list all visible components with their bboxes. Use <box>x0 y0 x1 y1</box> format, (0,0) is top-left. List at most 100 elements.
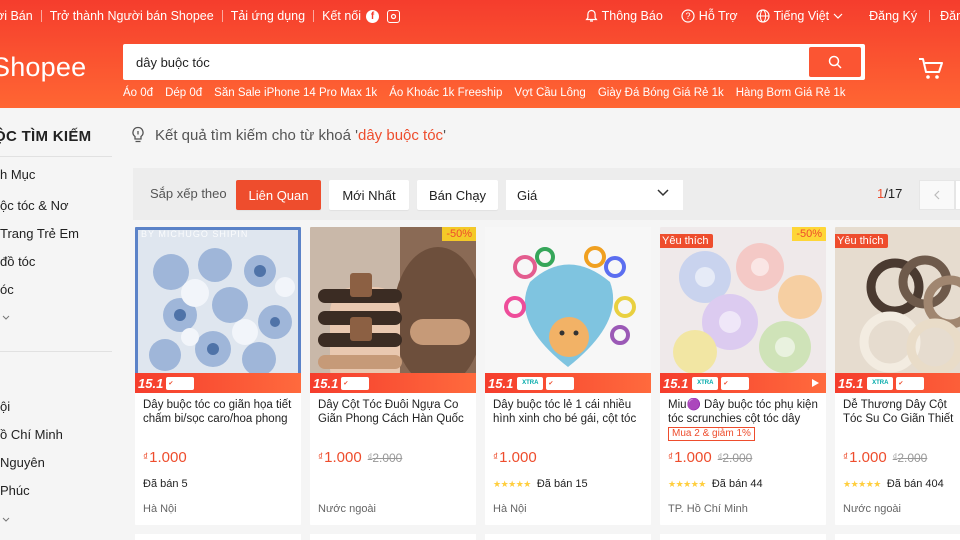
product-card[interactable]: Yêu thích -50% 15.1 XTRA ✔ Miu🟣 Dây buộc… <box>660 227 826 525</box>
product-name[interactable]: Dễ Thương Dây Cột Tóc Su Co Giãn Thiết K… <box>843 398 960 426</box>
sort-price-select[interactable]: Giá <box>506 180 683 210</box>
promo-frame: 15.1 XTRA ✔ <box>660 373 826 393</box>
product-price: ₫1.000 ₫2.000 <box>318 449 403 466</box>
product-card[interactable] <box>135 534 301 540</box>
product-location: TP. Hồ Chí Minh <box>668 503 748 515</box>
product-image[interactable]: 15.1 XTRA ✔ <box>485 227 651 393</box>
product-image[interactable]: -50% 15.1 ✔ <box>310 227 476 393</box>
register-link[interactable]: Đăng Ký <box>869 9 917 23</box>
product-price: ₫1.000 ₫2.000 <box>668 449 753 466</box>
header: ời Bán Trở thành Người bán Shopee Tải ứn… <box>0 0 960 108</box>
product-card[interactable] <box>485 534 651 540</box>
search-result-heading: Kết quả tìm kiếm cho từ khoá ' dây buộc t… <box>130 126 446 144</box>
help-icon: ? <box>681 9 695 23</box>
suggestion-link[interactable]: Hàng Bơm Giá Rẻ 1k <box>736 87 846 99</box>
login-link[interactable]: Đăng <box>940 9 960 23</box>
bell-icon <box>585 9 598 22</box>
sort-label: Sắp xếp theo <box>150 186 227 201</box>
freeship-badge: XTRA <box>692 376 719 390</box>
sort-newest-button[interactable]: Mới Nhất <box>329 180 409 210</box>
search-button[interactable] <box>809 47 861 77</box>
play-video-icon[interactable] <box>810 378 820 388</box>
location-item[interactable]: Nguyên <box>0 455 45 470</box>
product-card[interactable] <box>660 534 826 540</box>
checkmark-icon: ✔ <box>546 376 575 390</box>
instagram-icon[interactable] <box>387 9 400 23</box>
chevron-down-icon <box>657 189 669 197</box>
category-item[interactable]: Trang Trẻ Em <box>0 226 79 241</box>
search-bar <box>123 44 865 80</box>
freeship-badge: XTRA <box>517 376 544 390</box>
seller-channel-link[interactable]: ời Bán <box>0 9 33 23</box>
product-card[interactable]: 15.1 XTRA ✔ Dây buộc tóc lẻ 1 cái nhiều … <box>485 227 651 525</box>
checkmark-icon: ✔ <box>341 376 370 390</box>
location-item[interactable]: ội <box>0 399 10 414</box>
product-name[interactable]: Dây buộc tóc lẻ 1 cái nhiều hình xinh ch… <box>493 398 643 426</box>
next-page-button[interactable] <box>955 180 960 210</box>
promo-frame: 15.1 ✔ <box>310 373 476 393</box>
rating-and-sold: ★★★★★ Đã bán 15 <box>493 478 588 490</box>
prev-page-button[interactable] <box>919 180 955 210</box>
checkmark-icon: ✔ <box>166 376 195 390</box>
promo-frame: 15.1 XTRA ✔ <box>835 373 960 393</box>
rating-stars: ★★★★★ <box>493 478 531 489</box>
product-location: Nước ngoài <box>843 503 901 515</box>
product-image[interactable]: BY MICHUGO SHIPIN 15.1 ✔ <box>135 227 301 393</box>
chevron-down-icon <box>833 13 843 19</box>
help-link[interactable]: ? Hỗ Trợ <box>681 9 738 23</box>
chevron-left-icon <box>934 190 940 200</box>
product-image[interactable]: Yêu thích -50% 15.1 XTRA ✔ <box>660 227 826 393</box>
category-item[interactable]: óc <box>0 282 14 297</box>
discount-badge: -50% <box>792 227 826 241</box>
sort-bar: Sắp xếp theo Liên Quan Mới Nhất Bán Chạy… <box>133 168 960 220</box>
category-item[interactable]: đồ tóc <box>0 254 35 269</box>
suggestion-link[interactable]: Áo 0đ <box>123 87 153 99</box>
product-card[interactable]: Yêu thích 15.1 XTRA ✔ Dễ Thương Dây Cột … <box>835 227 960 525</box>
top-bar: ời Bán Trở thành Người bán Shopee Tải ứn… <box>0 0 960 32</box>
freeship-badge: XTRA <box>867 376 894 390</box>
connect-label: Kết nối <box>322 9 361 23</box>
rating-stars: ★★★★★ <box>668 478 706 489</box>
suggestion-link[interactable]: Vợt Cầu Lông <box>514 87 585 99</box>
more-locations-chevron-icon[interactable] <box>2 514 10 525</box>
product-card[interactable]: BY MICHUGO SHIPIN 15.1 ✔ Dây buộc tóc co… <box>135 227 301 525</box>
svg-text:?: ? <box>685 11 690 21</box>
product-name[interactable]: Miu🟣 Dây buộc tóc phụ kiện tóc scrunchie… <box>668 398 818 426</box>
product-location: Hà Nội <box>143 503 177 515</box>
product-price: ₫1.000 ₫2.000 <box>843 449 928 466</box>
page-indicator: 1/17 <box>877 186 903 201</box>
location-item[interactable]: ồ Chí Minh <box>0 427 63 442</box>
filter-sidebar: ỘC TÌM KIẾM h Mục ộc tóc & Nơ Trang Trẻ … <box>0 108 120 540</box>
become-seller-link[interactable]: Trở thành Người bán Shopee <box>50 9 214 23</box>
cart-button[interactable] <box>918 57 944 86</box>
download-app-link[interactable]: Tải ứng dụng <box>231 9 305 23</box>
sort-bestseller-button[interactable]: Bán Chạy <box>417 180 498 210</box>
product-card[interactable]: -50% 15.1 ✔ Dây Cột Tóc Đuôi Ngựa Co Giã… <box>310 227 476 525</box>
checkmark-icon: ✔ <box>721 376 750 390</box>
shopee-logo[interactable]: Shopee <box>0 52 86 83</box>
suggestion-link[interactable]: Áo Khoác 1k Freeship <box>389 87 502 99</box>
filter-title: ỘC TÌM KIẾM <box>0 128 92 145</box>
more-categories-chevron-icon[interactable] <box>2 312 10 323</box>
product-name[interactable]: Dây Cột Tóc Đuôi Ngựa Co Giãn Phong Cách… <box>318 398 468 426</box>
notifications-link[interactable]: Thông Báo <box>585 9 663 23</box>
product-name[interactable]: Dây buộc tóc co giãn họa tiết chấm bi/sọ… <box>143 398 293 426</box>
sold-count: Đã bán 5 <box>143 478 188 490</box>
search-input[interactable] <box>123 44 803 80</box>
language-selector[interactable]: Tiếng Việt <box>755 9 848 23</box>
product-image[interactable]: Yêu thích 15.1 XTRA ✔ <box>835 227 960 393</box>
product-price: ₫1.000 <box>143 449 187 466</box>
sort-relevance-button[interactable]: Liên Quan <box>236 180 321 210</box>
favorite-badge: Yêu thích <box>835 234 889 248</box>
location-item[interactable]: Phúc <box>0 483 30 498</box>
category-header: h Mục <box>0 167 36 182</box>
facebook-icon[interactable]: f <box>366 9 379 23</box>
category-item[interactable]: ộc tóc & Nơ <box>0 198 69 213</box>
suggestion-link[interactable]: Dép 0đ <box>165 87 202 99</box>
suggestion-link[interactable]: Săn Sale iPhone 14 Pro Max 1k <box>214 87 377 99</box>
product-price: ₫1.000 <box>493 449 537 466</box>
product-card[interactable] <box>835 534 960 540</box>
suggestion-link[interactable]: Giày Đá Bóng Giá Rẻ 1k <box>598 87 724 99</box>
product-card[interactable] <box>310 534 476 540</box>
search-icon <box>828 55 842 69</box>
